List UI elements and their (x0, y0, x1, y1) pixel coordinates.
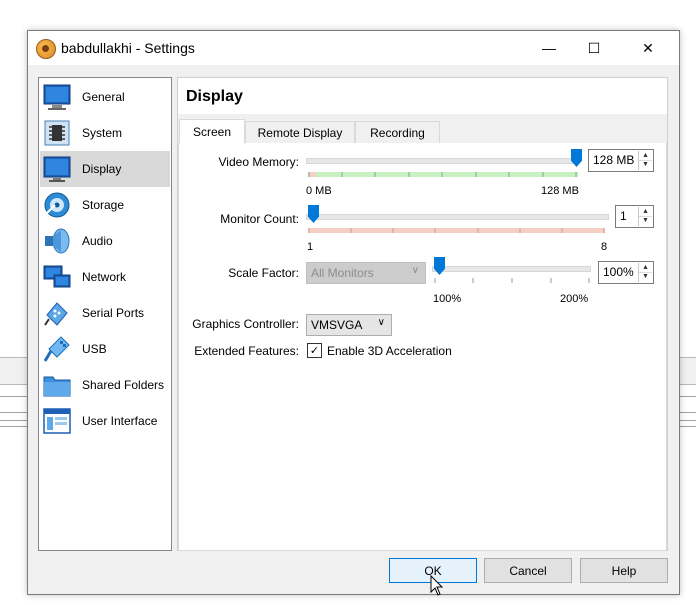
nav-label: Shared Folders (82, 378, 165, 392)
usb-icon (43, 335, 71, 363)
video-memory-ticks (308, 172, 577, 177)
help-button[interactable]: Help (580, 558, 668, 583)
nav-item-system[interactable]: System (40, 115, 170, 151)
minimize-button[interactable]: — (526, 31, 572, 65)
tab-screen[interactable]: Screen (179, 119, 245, 144)
spin-down-button[interactable]: ▼ (639, 216, 652, 225)
chip-icon (43, 119, 71, 147)
speaker-icon (43, 227, 71, 255)
title-bar[interactable]: babdullakhi - Settings — ☐ ✕ (28, 31, 679, 65)
section-header: Display (178, 78, 667, 114)
nav-label: User Interface (82, 414, 158, 428)
scale-factor-ticks (434, 278, 590, 283)
network-icon (43, 263, 71, 291)
monitor-count-value: 1 (620, 209, 627, 223)
window-icon (43, 407, 71, 435)
settings-page: Display Screen Remote Display Recording … (177, 77, 668, 551)
disk-icon (43, 191, 71, 219)
page-title: Display (186, 88, 243, 105)
cancel-button[interactable]: Cancel (484, 558, 572, 583)
nav-label: System (82, 126, 123, 140)
nav-item-network[interactable]: Network (40, 259, 170, 295)
nav-item-general[interactable]: General (40, 79, 170, 115)
nav-item-storage[interactable]: Storage (40, 187, 170, 223)
spin-buttons: ▲ ▼ (638, 207, 652, 226)
nav-item-audio[interactable]: Audio (40, 223, 170, 259)
scale-factor-min-label: 100% (433, 293, 462, 305)
video-memory-value: 128 MB (593, 153, 635, 167)
extended-features-label: Extended Features: (194, 344, 299, 358)
serial-port-icon (43, 299, 71, 327)
monitor-count-spinbox[interactable]: 1 ▲ ▼ (615, 205, 654, 228)
video-memory-slider-track[interactable] (306, 158, 576, 164)
video-memory-min-label: 0 MB (306, 185, 332, 197)
nav-item-usb[interactable]: USB (40, 331, 170, 367)
enable-3d-acceleration-checkbox[interactable]: ✓ (307, 343, 322, 358)
monitor-count-slider-track[interactable] (306, 214, 609, 220)
monitor-count-min-label: 1 (307, 241, 314, 253)
nav-item-serial-ports[interactable]: Serial Ports (40, 295, 170, 331)
nav-label: Storage (82, 198, 125, 212)
settings-dialog: babdullakhi - Settings — ☐ ✕ General Sys… (27, 30, 680, 595)
scale-factor-label: Scale Factor: (228, 266, 299, 280)
monitor-count-ticks (308, 228, 605, 233)
close-button[interactable]: ✕ (625, 31, 671, 65)
chevron-down-icon: ∨ (411, 265, 419, 276)
monitor-count-max-label: 8 (601, 241, 608, 253)
monitor-icon (43, 83, 71, 111)
maximize-button[interactable]: ☐ (571, 31, 617, 65)
folder-icon (43, 371, 71, 399)
scale-factor-value: 100% (603, 265, 634, 279)
display-panel: Screen Remote Display Recording Video Me… (178, 114, 667, 551)
display-icon (43, 155, 71, 183)
monitor-count-slider-handle[interactable] (308, 205, 319, 223)
nav-label: Network (82, 270, 127, 284)
nav-label: USB (82, 342, 107, 356)
spin-down-button[interactable]: ▼ (639, 272, 652, 281)
spin-buttons: ▲ ▼ (638, 151, 652, 170)
spin-buttons: ▲ ▼ (638, 263, 652, 282)
graphics-controller-combo[interactable]: VMSVGA ∨ (306, 314, 392, 336)
nav-item-user-interface[interactable]: User Interface (40, 403, 170, 439)
enable-3d-acceleration-label[interactable]: Enable 3D Acceleration (327, 344, 452, 358)
video-memory-slider-handle[interactable] (571, 149, 582, 167)
virtualbox-app-icon (36, 39, 56, 59)
video-memory-max-label: 128 MB (541, 185, 579, 197)
video-memory-label: Video Memory: (218, 155, 299, 169)
scale-factor-slider-track[interactable] (432, 266, 591, 272)
scale-factor-max-label: 200% (560, 293, 589, 305)
chevron-down-icon: ∨ (377, 317, 385, 328)
nav-label: Display (82, 162, 122, 176)
window-title: babdullakhi - Settings (61, 40, 195, 56)
settings-category-list: General System Display Storage Audio Net… (38, 77, 172, 551)
nav-item-shared-folders[interactable]: Shared Folders (40, 367, 170, 403)
graphics-controller-value: VMSVGA (311, 318, 363, 332)
monitor-count-label: Monitor Count: (220, 212, 299, 226)
spin-down-button[interactable]: ▼ (639, 160, 652, 169)
nav-item-display[interactable]: Display (40, 151, 170, 187)
scale-factor-spinbox[interactable]: 100% ▲ ▼ (598, 261, 654, 284)
nav-label: Audio (82, 234, 113, 248)
scale-factor-slider-handle[interactable] (434, 257, 445, 275)
tab-remote-display[interactable]: Remote Display (245, 121, 355, 144)
nav-label: Serial Ports (82, 306, 145, 320)
scale-factor-monitor-combo[interactable]: All Monitors ∨ (306, 262, 426, 284)
screen-tab-content: Video Memory: 0 MB 128 MB 128 MB ▲ ▼ Mon… (178, 143, 667, 551)
scale-factor-monitor-value: All Monitors (311, 266, 374, 280)
tab-recording[interactable]: Recording (355, 121, 440, 144)
mouse-cursor-icon (430, 575, 444, 596)
video-memory-spinbox[interactable]: 128 MB ▲ ▼ (588, 149, 654, 172)
graphics-controller-label: Graphics Controller: (192, 317, 299, 331)
nav-label: General (82, 90, 125, 104)
